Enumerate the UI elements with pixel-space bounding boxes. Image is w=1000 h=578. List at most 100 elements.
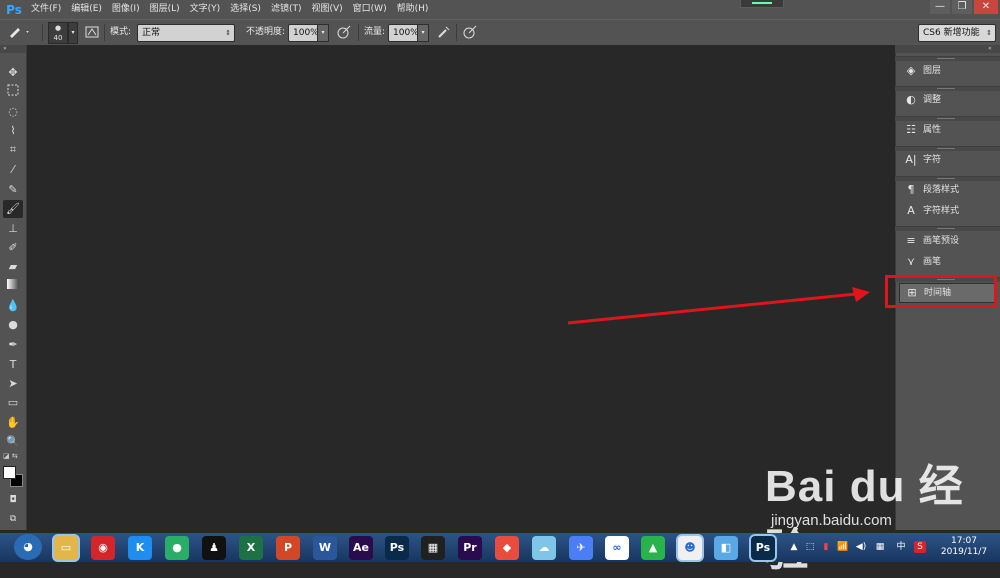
highlight-box	[885, 275, 997, 308]
tray-alert-icon[interactable]: ▮	[820, 541, 832, 553]
move-tool-icon[interactable]: ✥	[3, 64, 23, 82]
panel-properties[interactable]: ☷ 属性	[899, 121, 995, 139]
pressure-size-icon[interactable]	[462, 24, 478, 40]
close-button[interactable]: ✕	[974, 0, 998, 14]
brush-tool-icon[interactable]: 🖌	[3, 200, 23, 218]
mode-label: 模式:	[110, 27, 132, 37]
paragraph-styles-icon: ¶	[907, 183, 915, 196]
panel-character-label: 字符	[923, 155, 942, 165]
screen-mode-icon[interactable]: ⧉	[3, 510, 23, 528]
tray-keyboard-icon[interactable]: ▦	[874, 541, 886, 553]
tray-network-monitor-icon[interactable]: ⬚	[804, 541, 816, 553]
gradient-tool-icon[interactable]	[3, 277, 23, 295]
panel-adjustments-label: 调整	[923, 95, 942, 105]
flow-label: 流量:	[364, 27, 386, 37]
tray-ime-icon[interactable]: 中	[895, 541, 907, 553]
panel-character-styles[interactable]: A 字符样式	[899, 202, 995, 220]
panel-paragraph-styles[interactable]: ¶ 段落样式	[899, 181, 995, 199]
panel-properties-label: 属性	[923, 125, 942, 135]
brush-size-picker[interactable]: ● 40	[48, 22, 68, 44]
quick-mask-icon[interactable]: ◘	[3, 491, 23, 509]
brush-presets-icon: ≡	[906, 234, 916, 247]
panel-layers-label: 图层	[923, 66, 942, 76]
minimize-button[interactable]: —	[930, 0, 950, 14]
menu-filter[interactable]: 滤镜(T)	[266, 0, 307, 19]
tray-expand-icon[interactable]: ▲	[788, 541, 800, 553]
menu-bar: Ps 文件(F) 编辑(E) 图像(I) 图层(L) 文字(Y) 选择(S) 滤…	[0, 0, 1000, 19]
panel-brush[interactable]: ⋎ 画笔	[899, 253, 995, 271]
clone-stamp-tool-icon[interactable]: ⊥	[3, 220, 23, 238]
history-brush-tool-icon[interactable]: ✐	[3, 239, 23, 257]
eyedropper-tool-icon[interactable]: ⁄	[3, 161, 23, 179]
flow-dropdown-icon[interactable]: ▾	[417, 24, 429, 42]
character-icon: A|	[905, 153, 917, 166]
type-tool-icon[interactable]: T	[3, 356, 23, 374]
menu-image[interactable]: 图像(I)	[107, 0, 145, 19]
opacity-dropdown-icon[interactable]: ▾	[317, 24, 329, 42]
brush-panel-toggle-icon[interactable]	[85, 24, 99, 40]
layers-icon: ◈	[906, 64, 916, 77]
mini-window-thumbnail	[740, 0, 784, 8]
panel-character-styles-label: 字符样式	[923, 206, 960, 216]
menu-file[interactable]: 文件(F)	[26, 0, 66, 19]
photoshop-logo: Ps	[6, 2, 22, 17]
adjustments-icon: ◐	[906, 93, 916, 106]
menu-view[interactable]: 视图(V)	[306, 0, 347, 19]
menu-window[interactable]: 窗口(W)	[348, 0, 392, 19]
panel-paragraph-styles-label: 段落样式	[923, 185, 960, 195]
brush-tool-preset-picker[interactable]	[6, 24, 32, 40]
brush-tool-icon	[10, 28, 29, 38]
clock-time: 17:07	[951, 536, 977, 546]
properties-icon: ☷	[906, 123, 916, 136]
brush-size-dropdown-icon[interactable]: ▾	[68, 22, 78, 44]
brush-size-value: 40	[53, 34, 63, 42]
crop-tool-icon[interactable]: ⌗	[3, 141, 23, 159]
brush-icon: ⋎	[906, 255, 916, 268]
panel-dock-grip[interactable]	[895, 45, 1000, 53]
panel-character[interactable]: A| 字符	[899, 151, 995, 169]
mode-select[interactable]: 正常 ⇕	[137, 24, 235, 42]
taskbar-clock[interactable]: 17:07 2019/11/7	[930, 536, 998, 558]
panel-adjustments[interactable]: ◐ 调整	[899, 91, 995, 109]
lasso-tool-icon[interactable]: ◌	[3, 103, 23, 121]
path-select-tool-icon[interactable]: ➤	[3, 375, 23, 393]
workspace-label: CS6 新增功能	[923, 28, 980, 38]
pen-tool-icon[interactable]: ✒	[3, 336, 23, 354]
menu-help[interactable]: 帮助(H)	[392, 0, 434, 19]
dodge-tool-icon[interactable]: ●	[3, 316, 23, 334]
baidu-jingyan-watermark: Bai du 经验 jingyan.baidu.com	[765, 450, 995, 575]
restore-button[interactable]: ❐	[952, 0, 972, 14]
tray-volume-icon[interactable]: ◀)	[855, 541, 867, 553]
menu-select[interactable]: 选择(S)	[225, 0, 266, 19]
workspace-switcher[interactable]: CS6 新增功能 ⇕	[918, 24, 996, 42]
opacity-label: 不透明度:	[246, 27, 286, 37]
system-tray: ▲ ⬚ ▮ 📶 ◀) ▦ 中 S 17:07 2019/11/7	[0, 533, 1000, 562]
marquee-tool-icon[interactable]	[3, 84, 23, 102]
pressure-opacity-icon[interactable]	[336, 24, 352, 40]
quick-select-tool-icon[interactable]: ⌇	[3, 122, 23, 140]
panel-brush-presets[interactable]: ≡ 画笔预设	[899, 232, 995, 250]
tray-sogou-icon[interactable]: S	[914, 541, 926, 553]
airbrush-icon[interactable]	[436, 24, 452, 40]
chevron-updown-icon: ⇕	[225, 29, 231, 37]
options-bar: ● 40 ▾ 模式: 正常 ⇕ 不透明度: 100% ▾ 流量: 100% ▾ …	[0, 19, 1000, 46]
menu-edit[interactable]: 编辑(E)	[66, 0, 107, 19]
collapse-left-icon[interactable]: »	[3, 45, 7, 52]
collapse-right-icon[interactable]: «	[988, 45, 992, 52]
menu-type[interactable]: 文字(Y)	[185, 0, 226, 19]
zoom-tool-icon[interactable]: 🔍	[3, 433, 23, 451]
clock-date: 2019/11/7	[940, 547, 988, 557]
rectangle-tool-icon[interactable]: ▭	[3, 394, 23, 412]
panel-brush-presets-label: 画笔预设	[923, 236, 960, 246]
brush-dot-icon: ●	[54, 24, 62, 32]
hand-tool-icon[interactable]: ✋	[3, 414, 23, 432]
panel-layers[interactable]: ◈ 图层	[899, 62, 995, 80]
healing-brush-tool-icon[interactable]: ✎	[3, 181, 23, 199]
default-colors-icon[interactable]: ◪ ⇆	[3, 452, 18, 460]
character-styles-icon: A	[907, 204, 915, 217]
tray-signal-icon[interactable]: 📶	[837, 541, 849, 553]
watermark-url: jingyan.baidu.com	[771, 512, 892, 529]
menu-layer[interactable]: 图层(L)	[145, 0, 185, 19]
blur-tool-icon[interactable]: 💧	[3, 297, 23, 315]
eraser-tool-icon[interactable]: ▰	[3, 258, 23, 276]
